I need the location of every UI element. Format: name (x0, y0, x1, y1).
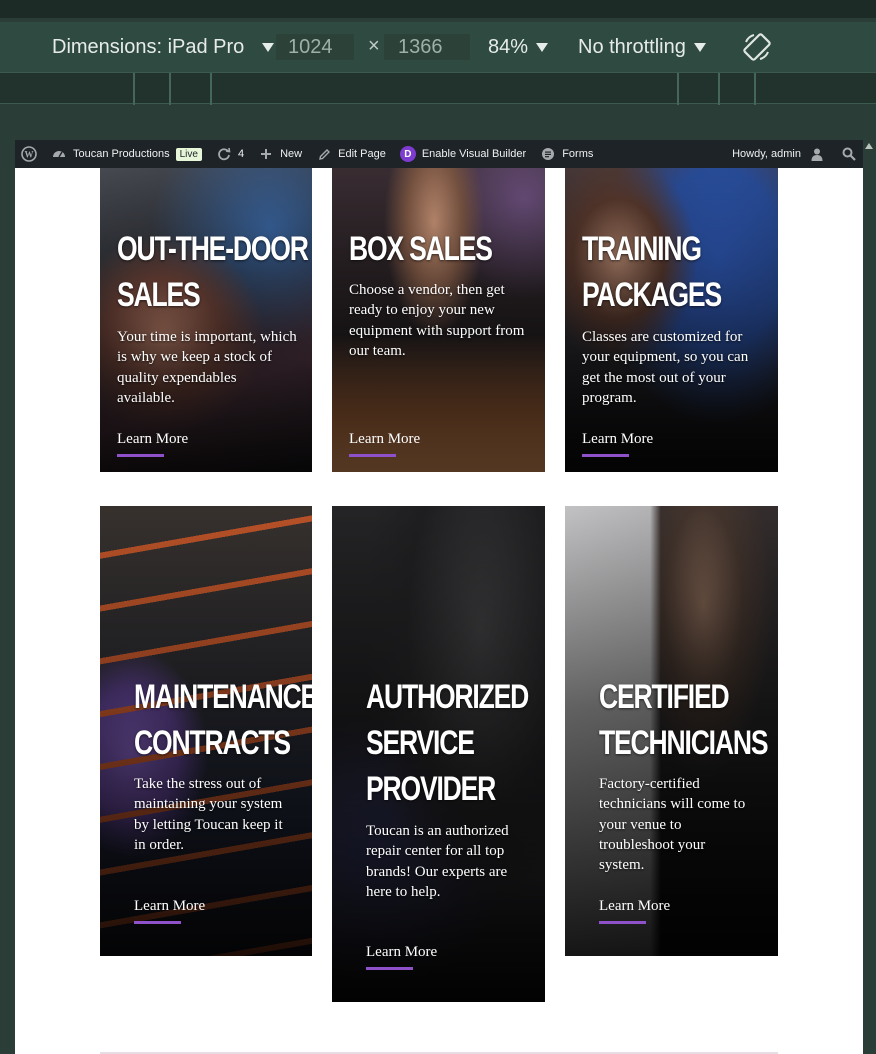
account-menu[interactable]: Howdy, admin (732, 148, 801, 160)
card-description: Toucan is an authorized repair center fo… (366, 823, 509, 900)
updates-menu[interactable]: 4 (216, 146, 244, 162)
scrollbar[interactable] (863, 140, 876, 1054)
dashboard-icon (51, 146, 67, 162)
edit-page-label: Edit Page (338, 148, 386, 160)
zoom-select[interactable]: 84% (488, 36, 549, 59)
updates-count: 4 (237, 148, 245, 160)
learn-more-link[interactable]: Learn More (117, 431, 188, 457)
zoom-value: 84% (488, 36, 529, 58)
chevron-down-icon (536, 43, 549, 52)
service-card-out-the-door: OUT-THE-DOOR SALES Your time is importan… (100, 168, 312, 472)
learn-more-link[interactable]: Learn More (134, 898, 205, 924)
rotate-icon[interactable] (740, 30, 774, 64)
card-title: AUTHORIZED SERVICE PROVIDER (366, 678, 529, 808)
service-card-maintenance: MAINTENANCE CONTRACTS Take the stress ou… (100, 506, 312, 956)
live-badge: Live (175, 147, 202, 161)
plus-icon (258, 146, 274, 162)
service-card-certified: CERTIFIED TECHNICIANS Factory-certified … (565, 506, 778, 956)
emulated-viewport: W Toucan Productions Live 4 New Edit Pag… (15, 140, 863, 1054)
device-label: Dimensions: iPad Pro (52, 36, 245, 58)
devtools-top-strip (0, 0, 876, 18)
service-card-training: TRAINING PACKAGES Classes are customized… (565, 168, 778, 472)
learn-more-link[interactable]: Learn More (366, 944, 437, 970)
card-description: Classes are customized for your equipmen… (582, 329, 749, 406)
width-input[interactable]: 1024 (276, 34, 354, 60)
new-content-menu[interactable]: New (258, 146, 302, 162)
card-description: Your time is important, which is why we … (117, 329, 297, 406)
learn-more-link[interactable]: Learn More (599, 898, 670, 924)
divi-logo-icon: D (399, 146, 416, 162)
learn-more-link[interactable]: Learn More (582, 431, 653, 457)
pencil-icon (316, 146, 332, 162)
edit-page-link[interactable]: Edit Page (316, 146, 386, 162)
chevron-down-icon (262, 43, 275, 52)
wordpress-icon: W (21, 146, 37, 162)
height-input[interactable]: 1366 (384, 34, 470, 60)
throttle-value: No throttling (578, 36, 686, 58)
svg-text:W: W (25, 150, 34, 160)
refresh-icon (216, 146, 232, 162)
visual-builder-label: Enable Visual Builder (421, 148, 527, 160)
site-name-menu[interactable]: Toucan Productions Live (51, 146, 202, 162)
wp-logo-menu[interactable]: W (21, 146, 37, 162)
card-title: CERTIFIED TECHNICIANS (599, 678, 769, 762)
device-toolbar: Dimensions: iPad Pro 1024 × 1366 84% No … (0, 22, 876, 72)
learn-more-link[interactable]: Learn More (349, 431, 420, 457)
card-description: Choose a vendor, then get ready to enjoy… (349, 282, 525, 359)
site-name: Toucan Productions (73, 148, 170, 160)
card-title: MAINTENANCE CONTRACTS (134, 678, 312, 762)
card-title: OUT-THE-DOOR SALES (117, 230, 309, 314)
card-description: Take the stress out of maintaining your … (134, 776, 283, 853)
chevron-down-icon (693, 43, 706, 52)
times-sign: × (368, 35, 380, 57)
service-card-box-sales: BOX SALES Choose a vendor, then get read… (332, 168, 545, 472)
wp-admin-bar: W Toucan Productions Live 4 New Edit Pag… (15, 140, 863, 168)
card-title: BOX SALES (349, 230, 493, 268)
throttle-select[interactable]: No throttling (578, 36, 706, 59)
new-label: New (280, 148, 303, 160)
service-card-authorized: AUTHORIZED SERVICE PROVIDER Toucan is an… (332, 506, 545, 1002)
search-icon[interactable] (841, 146, 857, 162)
card-title: TRAINING PACKAGES (582, 230, 722, 314)
media-query-ruler (0, 72, 876, 105)
forms-icon (540, 146, 556, 162)
user-icon[interactable] (809, 146, 825, 162)
visual-builder-link[interactable]: D Enable Visual Builder (399, 146, 527, 162)
device-select[interactable]: Dimensions: iPad Pro (52, 36, 275, 59)
scroll-up-arrow-icon[interactable] (865, 143, 873, 149)
forms-label: Forms (562, 148, 594, 160)
card-description: Factory-certified technicians will come … (599, 776, 746, 874)
forms-menu[interactable]: Forms (540, 146, 593, 162)
